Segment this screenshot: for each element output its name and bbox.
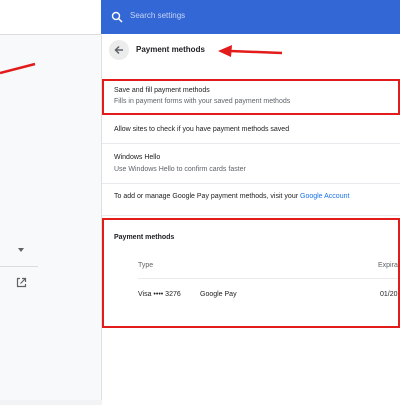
annotation-box-save-fill [102,79,400,115]
back-button[interactable] [109,40,129,60]
search-icon [111,11,123,23]
search-input[interactable]: Search settings [130,11,185,20]
topbar-left-area [0,0,101,35]
divider [102,183,400,184]
chevron-down-icon[interactable] [17,247,25,253]
windows-hello-title: Windows Hello [114,154,161,161]
allow-check-setting[interactable]: Allow sites to check if you have payment… [114,126,289,133]
divider [102,143,400,144]
google-pay-text-body: To add or manage Google Pay payment meth… [114,193,299,200]
windows-hello-subtitle: Use Windows Hello to confirm cards faste… [114,166,246,173]
annotation-box-payment-methods [102,218,400,328]
sidebar-divider [0,266,38,267]
google-account-link[interactable]: Google Account [300,193,349,200]
search-bar[interactable]: Search settings [101,0,400,34]
page-title: Payment methods [136,45,205,54]
open-in-new-icon[interactable] [16,277,27,288]
divider [102,215,400,216]
back-arrow-icon [114,45,123,55]
google-pay-text: To add or manage Google Pay payment meth… [114,193,349,200]
sidebar [0,35,102,400]
page-header: Payment methods [102,34,400,66]
